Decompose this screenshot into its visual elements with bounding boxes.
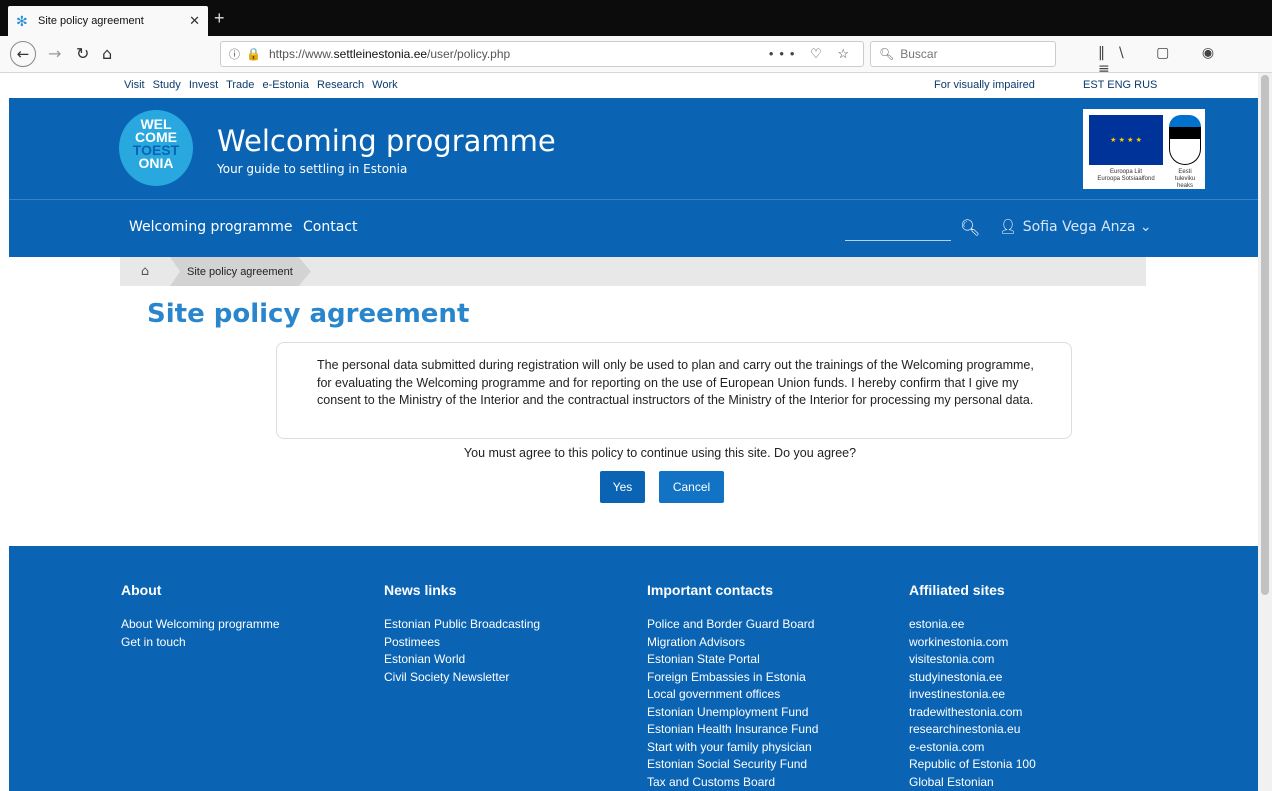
top-link-trade[interactable]: Trade	[226, 79, 254, 91]
scrollbar-thumb[interactable]	[1261, 75, 1269, 595]
estonian-flag-icon	[1169, 115, 1201, 165]
footer-contacts: Important contacts Police and Border Gua…	[647, 582, 818, 791]
site-footer: About About Welcoming programme Get in t…	[9, 546, 1258, 791]
top-link-study[interactable]: Study	[153, 79, 181, 91]
footer-heading: Affiliated sites	[909, 582, 1005, 598]
page-actions-icon[interactable]: ••• ♡ ☆	[769, 46, 855, 62]
breadcrumb-current: Site policy agreement	[170, 257, 311, 286]
footer-heading: Important contacts	[647, 582, 774, 598]
close-tab-icon[interactable]: ✕	[189, 13, 200, 29]
user-menu[interactable]: 👤︎ Sofia Vega Anza ⌄	[999, 219, 1152, 235]
footer-link[interactable]: Republic of Estonia 100	[909, 756, 1036, 774]
policy-text-box: The personal data submitted during regis…	[276, 342, 1072, 439]
nav-contact[interactable]: Contact	[303, 219, 357, 235]
lock-icon[interactable]: 🔒	[246, 47, 261, 61]
footer-link[interactable]: workinestonia.com	[909, 634, 1036, 652]
info-icon[interactable]: ⓘ	[229, 46, 240, 62]
footer-link[interactable]: tradewithestonia.com	[909, 704, 1036, 722]
footer-link[interactable]: Estonian Unemployment Fund	[647, 704, 818, 722]
breadcrumb: ⌂ Site policy agreement	[120, 257, 1146, 286]
top-links-bar: Visit Study Invest Trade e-Estonia Resea…	[0, 73, 1258, 98]
footer-link[interactable]: Police and Border Guard Board	[647, 616, 818, 634]
policy-text: The personal data submitted during regis…	[317, 358, 1034, 407]
back-arrow-icon[interactable]: ←	[10, 41, 36, 67]
site-header: WEL COME TOEST ONIA Welcoming programme …	[9, 98, 1258, 199]
user-icon: 👤︎	[999, 219, 1017, 235]
browser-tab[interactable]: ✻ Site policy agreement ✕	[8, 6, 208, 36]
reload-icon[interactable]: ↻	[76, 44, 89, 63]
footer-link[interactable]: Estonian State Portal	[647, 651, 818, 669]
page-title: Site policy agreement	[147, 299, 470, 329]
footer-link[interactable]: investinestonia.ee	[909, 686, 1036, 704]
footer-link[interactable]: Get in touch	[121, 634, 280, 652]
language-switcher[interactable]: EST ENG RUS	[1083, 79, 1157, 91]
footer-link[interactable]: researchinestonia.eu	[909, 721, 1036, 739]
visually-impaired-link[interactable]: For visually impaired	[934, 79, 1035, 91]
footer-link[interactable]: Start with your family physician	[647, 739, 818, 757]
site-title[interactable]: Welcoming programme	[217, 124, 556, 158]
forward-arrow-icon[interactable]: →	[48, 44, 61, 63]
footer-news: News links Estonian Public Broadcasting …	[384, 582, 540, 686]
footer-link[interactable]: estonia.ee	[909, 616, 1036, 634]
search-icon[interactable]: 🔍︎	[960, 218, 980, 237]
footer-link[interactable]: Estonian Public Broadcasting	[384, 616, 540, 634]
cancel-button[interactable]: Cancel	[659, 471, 724, 503]
eu-funding-logo: ★ ★ ★ ★ Euroopa Liit Euroopa Sotsiaalfon…	[1083, 109, 1205, 189]
footer-link[interactable]: About Welcoming programme	[121, 616, 280, 634]
footer-link[interactable]: Local government offices	[647, 686, 818, 704]
footer-link[interactable]: e-estonia.com	[909, 739, 1036, 757]
footer-affiliated: Affiliated sites estonia.ee workinestoni…	[909, 582, 1036, 791]
site-subtitle: Your guide to settling in Estonia	[217, 162, 408, 176]
search-placeholder: Buscar	[900, 47, 938, 61]
url-bar[interactable]: ⓘ 🔒 https://www.settleinestonia.ee/user/…	[220, 41, 864, 67]
browser-toolbar: ← → ↻ ⌂ ⓘ 🔒 https://www.settleinestonia.…	[0, 36, 1272, 77]
agreement-question: You must agree to this policy to continu…	[463, 446, 857, 460]
browser-tab-bar: ✻ Site policy agreement ✕ +	[0, 0, 1272, 36]
top-link-research[interactable]: Research	[317, 79, 364, 91]
footer-link[interactable]: Postimees	[384, 634, 540, 652]
footer-link[interactable]: Estonian Health Insurance Fund	[647, 721, 818, 739]
user-name: Sofia Vega Anza ⌄	[1022, 219, 1152, 235]
footer-link[interactable]: Civil Society Newsletter	[384, 669, 540, 687]
site-search-input[interactable]	[845, 240, 951, 241]
home-icon[interactable]: ⌂	[120, 257, 170, 286]
main-navigation: Welcoming programme Contact 🔍︎ 👤︎ Sofia V…	[9, 199, 1258, 257]
footer-link[interactable]: Estonian World	[384, 651, 540, 669]
top-links: Visit Study Invest Trade e-Estonia Resea…	[124, 79, 402, 91]
footer-heading: News links	[384, 582, 457, 598]
browser-search-input[interactable]: 🔍︎ Buscar	[870, 41, 1056, 67]
footer-heading: About	[121, 582, 162, 598]
footer-about: About About Welcoming programme Get in t…	[121, 582, 280, 651]
footer-link[interactable]: Global Estonian	[909, 774, 1036, 791]
eu-flag-icon: ★ ★ ★ ★	[1089, 115, 1163, 165]
url-text[interactable]: https://www.settleinestonia.ee/user/poli…	[269, 47, 769, 61]
footer-link[interactable]: Foreign Embassies in Estonia	[647, 669, 818, 687]
welcome-to-estonia-logo[interactable]: WEL COME TOEST ONIA	[119, 110, 193, 186]
footer-link[interactable]: Tax and Customs Board	[647, 774, 818, 791]
eu-caption: Euroopa Liit Euroopa Sotsiaalfond	[1097, 169, 1155, 182]
top-link-visit[interactable]: Visit	[124, 79, 145, 91]
footer-link[interactable]: Migration Advisors	[647, 634, 818, 652]
top-link-e-estonia[interactable]: e-Estonia	[262, 79, 308, 91]
yes-button[interactable]: Yes	[600, 471, 645, 503]
site-favicon-icon: ✻	[16, 13, 28, 29]
nav-welcoming-programme[interactable]: Welcoming programme	[129, 219, 293, 235]
tab-title: Site policy agreement	[38, 15, 144, 27]
home-icon[interactable]: ⌂	[102, 44, 112, 63]
new-tab-icon[interactable]: +	[214, 8, 225, 29]
footer-link[interactable]: Estonian Social Security Fund	[647, 756, 818, 774]
top-link-invest[interactable]: Invest	[189, 79, 218, 91]
ee-caption: Eesti tuleviku heaks	[1174, 169, 1196, 189]
top-link-work[interactable]: Work	[372, 79, 397, 91]
footer-link[interactable]: visitestonia.com	[909, 651, 1036, 669]
footer-link[interactable]: studyinestonia.ee	[909, 669, 1036, 687]
page-scrollbar[interactable]	[1258, 73, 1272, 791]
search-icon: 🔍︎	[879, 47, 895, 61]
